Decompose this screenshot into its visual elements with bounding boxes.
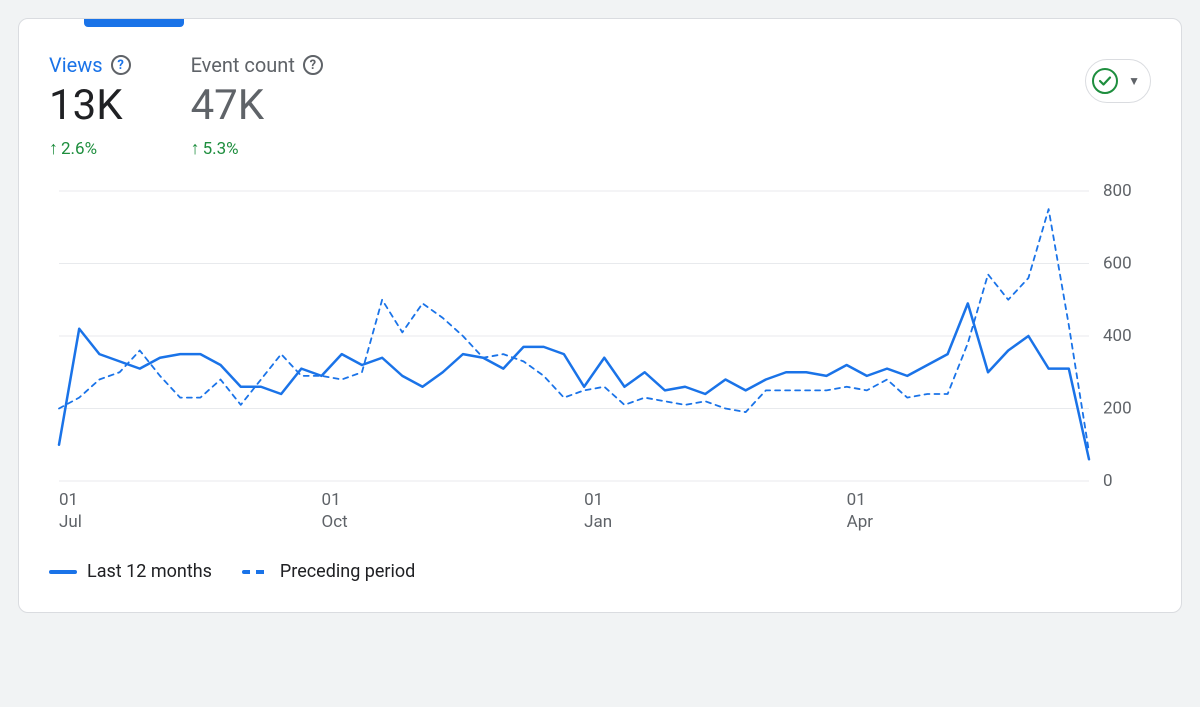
metric-event-count[interactable]: Event count ? 47K ↑ 5.3% — [191, 55, 323, 159]
legend-swatch-solid — [49, 570, 77, 574]
svg-text:200: 200 — [1103, 399, 1132, 419]
arrow-up-icon: ↑ — [49, 140, 58, 158]
svg-text:Oct: Oct — [322, 512, 348, 532]
svg-text:Jul: Jul — [59, 512, 82, 532]
svg-text:01: 01 — [59, 490, 78, 510]
svg-text:400: 400 — [1103, 326, 1132, 346]
svg-text:01: 01 — [322, 490, 341, 510]
active-tab-indicator — [84, 19, 184, 27]
help-icon[interactable]: ? — [303, 55, 323, 75]
card-header: Views ? 13K ↑ 2.6% Event count ? 47K ↑ 5… — [49, 19, 1151, 159]
line-chart: 020040060080001Jul01Oct01Jan01Apr — [49, 181, 1151, 541]
chart-svg: 020040060080001Jul01Oct01Jan01Apr — [49, 181, 1149, 541]
metric-views-value: 13K — [49, 83, 131, 129]
svg-text:600: 600 — [1103, 254, 1132, 274]
legend-series-b: Preceding period — [242, 561, 415, 582]
svg-text:01: 01 — [584, 490, 603, 510]
analytics-card: Views ? 13K ↑ 2.6% Event count ? 47K ↑ 5… — [18, 18, 1182, 613]
metric-views-delta: ↑ 2.6% — [49, 139, 131, 159]
check-circle-icon — [1092, 68, 1118, 94]
metric-event-count-delta: ↑ 5.3% — [191, 139, 323, 159]
chart-legend: Last 12 months Preceding period — [49, 561, 1151, 582]
svg-text:800: 800 — [1103, 181, 1132, 201]
legend-series-a: Last 12 months — [49, 561, 212, 582]
chevron-down-icon: ▼ — [1128, 74, 1140, 88]
legend-swatch-dashed — [242, 570, 270, 574]
chart-options-button[interactable]: ▼ — [1085, 59, 1151, 103]
metric-views[interactable]: Views ? 13K ↑ 2.6% — [49, 55, 131, 159]
svg-text:0: 0 — [1103, 471, 1113, 491]
svg-text:01: 01 — [847, 490, 866, 510]
svg-text:Jan: Jan — [584, 512, 612, 532]
arrow-up-icon: ↑ — [191, 140, 200, 158]
metric-views-label: Views — [49, 55, 103, 75]
svg-text:Apr: Apr — [847, 512, 874, 532]
metrics-row: Views ? 13K ↑ 2.6% Event count ? 47K ↑ 5… — [49, 55, 1085, 159]
help-icon[interactable]: ? — [111, 55, 131, 75]
metric-event-count-value: 47K — [191, 83, 323, 129]
metric-event-count-label: Event count — [191, 55, 295, 75]
